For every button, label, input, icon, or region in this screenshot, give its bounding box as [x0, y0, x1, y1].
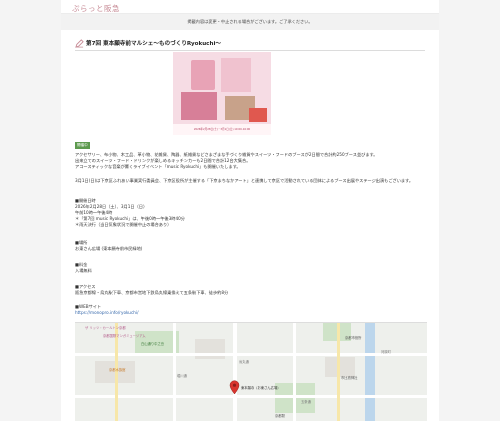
map-label: 京都駅 — [275, 414, 285, 418]
intro-line-4: 3月1日(日)は下京区ふれあい事業実行委員会、下京区役所が主催する「下京まちなか… — [75, 178, 414, 183]
poster-caption: 2026年2月28日(土)・3月1日(日) 10:00-16:00 — [173, 124, 271, 135]
venue-line: お東さん広場 (東本願寺前市民緑地) — [75, 246, 143, 251]
map-label: 京都水族館 — [109, 368, 126, 372]
map-label: 京都市役所 — [345, 336, 362, 340]
map-label: 京都国際マンガミュージアム — [103, 334, 146, 338]
map-label: 東本願寺（お東さん広場） — [241, 386, 281, 390]
map-label: 堀川通 — [177, 374, 187, 378]
event-poster-image: 2026年2月28日(土)・3月1日(日) 10:00-16:00 — [173, 52, 271, 135]
pen-icon — [75, 38, 84, 48]
schedule-line: ＊雨天決行（当日気象状況で開催中止の場合あり） — [75, 222, 172, 227]
google-map[interactable]: ザ リッツ・カールトン京都 京都国際マンガミュージアム 京都水族館 白山通り中之… — [75, 322, 427, 421]
map-label: 五条通 — [301, 400, 311, 404]
status-badge: 開催中 — [75, 142, 90, 149]
title-divider — [75, 50, 425, 51]
map-label: 烏丸通 — [239, 360, 249, 364]
website-link[interactable]: https://monopro.info/ryokuchi/ — [75, 310, 138, 316]
event-title-row: 第7回 東本願寺前マルシェ〜ものづくりRyokuchi〜 — [75, 38, 221, 48]
content-frame: ぷらっと阪急 掲載内容は変更・中止される場合がございます。ご了承ください。 第7… — [61, 0, 439, 421]
fee-line: 入場無料 — [75, 268, 92, 273]
notice-banner: 掲載内容は変更・中止される場合がございます。ご了承ください。 — [61, 14, 439, 30]
access-line: 阪急京都線・烏丸駅下車、京都市営地下鉄烏丸線乗換えて五条駅下車、徒歩約8分 — [75, 290, 229, 295]
map-label: 河原町 — [381, 350, 391, 354]
map-label: 市比賣神社 — [341, 376, 358, 380]
map-pin-icon[interactable] — [229, 380, 240, 395]
map-label: 白山通り中之島 — [141, 342, 165, 346]
page-title: 第7回 東本願寺前マルシェ〜ものづくりRyokuchi〜 — [86, 41, 221, 47]
intro-line-3: アコースティックな音楽が響くライブイベント「music Ryokuchi」も開催… — [75, 164, 241, 169]
map-label: ザ リッツ・カールトン京都 — [85, 326, 126, 330]
